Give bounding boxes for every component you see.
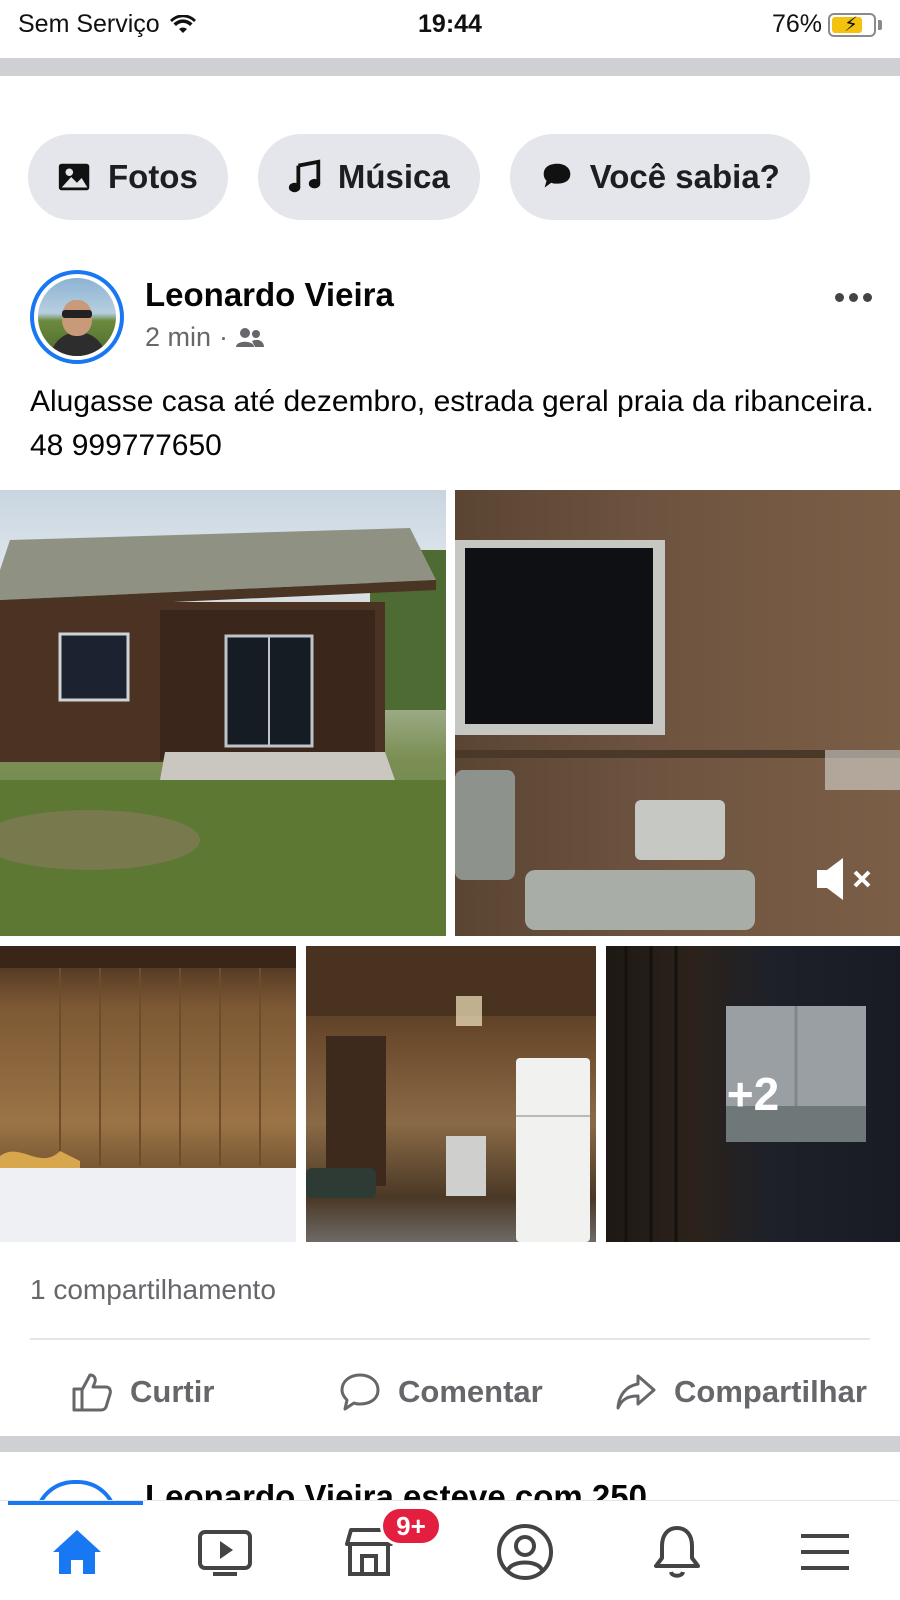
comment-button[interactable]: Comentar bbox=[338, 1370, 543, 1414]
charging-bolt-icon: ⚡ bbox=[844, 13, 859, 36]
status-bar: Sem Serviço 19:44 76% ⚡ bbox=[0, 0, 900, 50]
tab-home[interactable] bbox=[42, 1517, 112, 1587]
feed-separator bbox=[0, 58, 900, 76]
feed-separator bbox=[0, 1436, 900, 1452]
chip-label: Música bbox=[337, 158, 450, 195]
post-time[interactable]: 2 min bbox=[145, 322, 211, 353]
kitchen-illustration bbox=[306, 946, 596, 1242]
share-button[interactable]: Compartilhar bbox=[614, 1370, 867, 1414]
comment-label: Comentar bbox=[398, 1374, 543, 1409]
chip-fotos[interactable]: Fotos bbox=[28, 134, 228, 220]
muted-speaker-icon[interactable] bbox=[815, 856, 877, 902]
post-photo-house-exterior[interactable] bbox=[0, 490, 446, 936]
tab-menu[interactable] bbox=[790, 1517, 860, 1587]
like-label: Curtir bbox=[130, 1374, 215, 1409]
like-button[interactable]: Curtir bbox=[70, 1370, 214, 1414]
status-time: 19:44 bbox=[418, 10, 482, 38]
dot bbox=[862, 292, 872, 302]
meta-separator: · bbox=[219, 322, 229, 352]
share-arrow-icon bbox=[616, 1374, 656, 1410]
post-photo-bedroom[interactable] bbox=[0, 946, 296, 1242]
post-meta: 2 min · bbox=[145, 322, 265, 353]
avatar-photo bbox=[38, 278, 116, 356]
bell-icon bbox=[654, 1526, 700, 1578]
dot bbox=[834, 292, 844, 302]
video-icon bbox=[198, 1530, 252, 1576]
menu-icon bbox=[801, 1534, 849, 1570]
marketplace-badge: 9+ bbox=[380, 1506, 442, 1546]
dot bbox=[848, 292, 858, 302]
tab-notifications[interactable] bbox=[642, 1517, 712, 1587]
more-photos-overlay[interactable]: +2 bbox=[606, 946, 900, 1242]
bedroom-illustration bbox=[0, 946, 296, 1242]
chip-label: Você sabia? bbox=[589, 158, 780, 195]
chip-voce-sabia[interactable]: Você sabia? bbox=[509, 134, 810, 220]
author-name[interactable]: Leonardo Vieira bbox=[145, 276, 394, 314]
friends-icon bbox=[236, 327, 265, 347]
chip-musica[interactable]: Música bbox=[257, 134, 480, 220]
battery-tip bbox=[878, 19, 882, 30]
status-right: 76% ⚡ bbox=[772, 10, 882, 39]
chat-bubble-icon bbox=[543, 163, 571, 188]
share-label: Compartilhar bbox=[674, 1374, 867, 1409]
post-options-button[interactable] bbox=[828, 282, 878, 312]
bottom-tab-bar bbox=[0, 1500, 900, 1600]
avatar-face bbox=[62, 300, 92, 336]
active-tab-indicator bbox=[8, 1501, 143, 1505]
avatar-sunglasses bbox=[62, 310, 92, 318]
battery-percent: 76% bbox=[771, 10, 822, 38]
tab-profile[interactable] bbox=[490, 1517, 560, 1587]
chip-label: Fotos bbox=[108, 158, 198, 195]
post-photo-room-window[interactable]: +2 bbox=[606, 946, 900, 1242]
home-icon bbox=[53, 1530, 101, 1574]
author-avatar[interactable] bbox=[30, 270, 124, 364]
next-post-title[interactable]: Leonardo Vieira esteve com 250 bbox=[145, 1478, 647, 1500]
profile-icon bbox=[497, 1524, 553, 1580]
photo-icon bbox=[58, 163, 90, 191]
thumbs-up-icon bbox=[72, 1373, 112, 1412]
post-photo-kitchen[interactable] bbox=[306, 946, 596, 1242]
suggestion-chips: Fotos Música Você sabia? bbox=[28, 134, 810, 220]
house-illustration bbox=[0, 528, 446, 936]
post-text: Alugasse casa até dezembro, estrada gera… bbox=[30, 385, 874, 462]
music-note-icon bbox=[288, 159, 321, 193]
tab-video[interactable] bbox=[190, 1517, 260, 1587]
actions-divider bbox=[30, 1338, 870, 1340]
battery-icon: ⚡ bbox=[828, 12, 876, 37]
share-count[interactable]: 1 compartilhamento bbox=[30, 1274, 276, 1306]
comment-icon bbox=[340, 1373, 380, 1411]
post-actions: Curtir Comentar Compartilhar bbox=[0, 1356, 900, 1422]
